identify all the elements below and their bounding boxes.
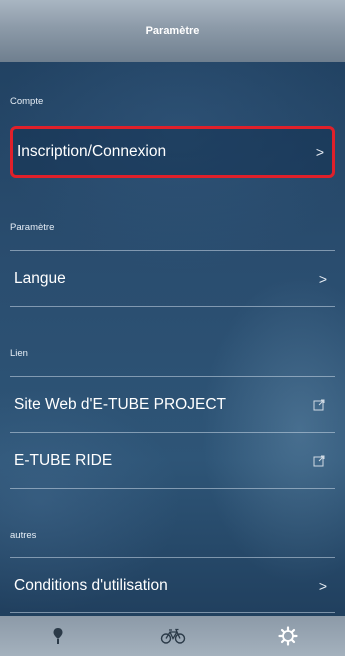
login-registration-item[interactable]: Inscription/Connexion > bbox=[10, 126, 335, 178]
divider bbox=[10, 376, 335, 377]
chevron-right-icon: > bbox=[318, 578, 327, 594]
bottom-navigation bbox=[0, 616, 345, 656]
divider bbox=[10, 612, 335, 613]
e-tube-project-website-item[interactable]: Site Web d'E-TUBE PROJECT bbox=[10, 379, 335, 431]
page-title: Paramètre bbox=[145, 25, 200, 37]
section-label-settings: Paramètre bbox=[10, 222, 55, 233]
app-header: Paramètre bbox=[0, 0, 345, 62]
terms-of-use-item[interactable]: Conditions d'utilisation > bbox=[10, 560, 335, 612]
row-label: Site Web d'E-TUBE PROJECT bbox=[14, 396, 226, 413]
divider bbox=[10, 488, 335, 489]
section-label-account: Compte bbox=[10, 96, 44, 107]
divider bbox=[10, 432, 335, 433]
row-label: Conditions d'utilisation bbox=[14, 577, 168, 594]
section-label-others: autres bbox=[10, 530, 37, 541]
nav-tab-bike[interactable] bbox=[115, 616, 230, 656]
external-link-icon bbox=[313, 399, 325, 411]
map-pin-icon bbox=[53, 628, 62, 644]
nav-tab-map[interactable] bbox=[0, 616, 115, 656]
divider bbox=[10, 250, 335, 251]
chevron-right-icon: > bbox=[315, 144, 324, 160]
section-label-links: Lien bbox=[10, 348, 28, 359]
row-label: E-TUBE RIDE bbox=[14, 452, 113, 469]
divider bbox=[10, 306, 335, 307]
nav-tab-settings[interactable] bbox=[230, 616, 345, 656]
divider bbox=[10, 557, 335, 558]
e-tube-ride-item[interactable]: E-TUBE RIDE bbox=[10, 435, 335, 487]
chevron-right-icon: > bbox=[318, 271, 327, 287]
external-link-icon bbox=[313, 455, 325, 467]
row-label: Inscription/Connexion bbox=[17, 143, 167, 160]
language-item[interactable]: Langue > bbox=[10, 253, 335, 305]
bicycle-icon bbox=[160, 628, 185, 644]
row-label: Langue bbox=[14, 270, 66, 287]
settings-gear-icon bbox=[277, 626, 298, 646]
